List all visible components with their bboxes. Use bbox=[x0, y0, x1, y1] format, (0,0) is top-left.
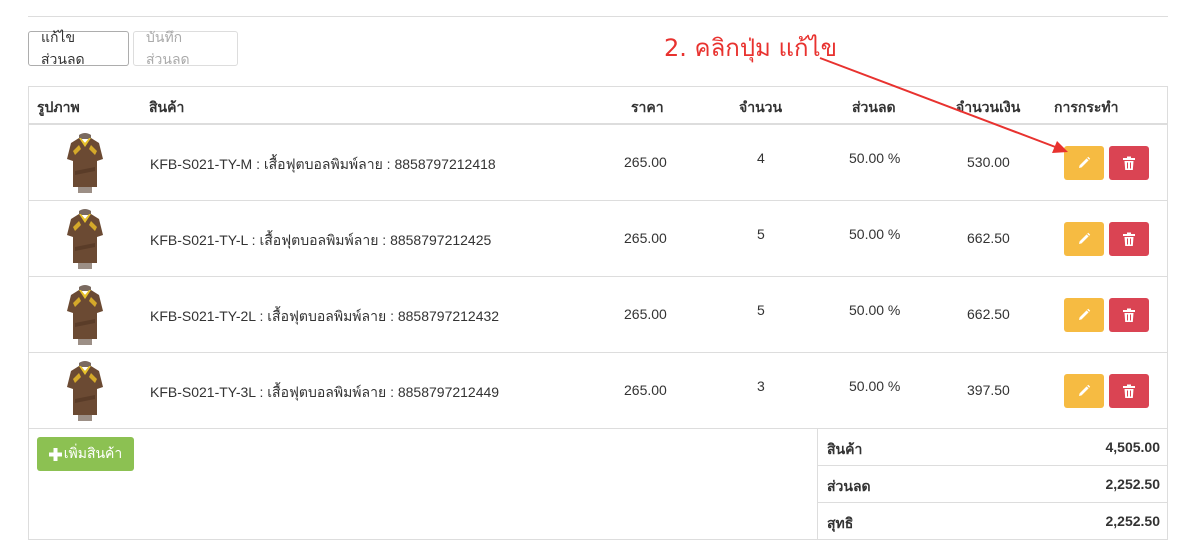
discount: 50.00 % bbox=[849, 150, 901, 166]
amount: 662.50 bbox=[967, 230, 1010, 246]
header-amount: จำนวนเงิน bbox=[956, 99, 1021, 115]
product-name: KFB-S021-TY-2L : เสื้อฟุตบอลพิมพ์ลาย : 8… bbox=[150, 308, 500, 324]
summary-net-value: 2,252.50 bbox=[1105, 513, 1161, 529]
table-header: รูปภาพ สินค้า ราคา จำนวน ส่วนลด จำนวนเงิ… bbox=[29, 87, 1167, 125]
quantity: 5 bbox=[757, 226, 765, 242]
price: 265.00 bbox=[624, 154, 667, 170]
pencil-icon bbox=[1079, 384, 1091, 396]
summary-products-row: สินค้า 4,505.00 bbox=[818, 429, 1168, 466]
edit-button[interactable] bbox=[1064, 146, 1104, 180]
discount-toolbar: แก้ไขส่วนลด บันทึกส่วนลด bbox=[28, 29, 238, 67]
edit-button[interactable] bbox=[1064, 374, 1104, 408]
product-image bbox=[67, 361, 103, 421]
discount: 50.00 % bbox=[849, 378, 901, 394]
edit-button[interactable] bbox=[1064, 298, 1104, 332]
annotation-label: 2. คลิกปุ่ม แก้ไข bbox=[664, 34, 837, 62]
product-name: KFB-S021-TY-M : เสื้อฟุตบอลพิมพ์ลาย : 88… bbox=[150, 156, 496, 172]
product-name: KFB-S021-TY-L : เสื้อฟุตบอลพิมพ์ลาย : 88… bbox=[150, 232, 492, 248]
summary-products-label: สินค้า bbox=[827, 441, 863, 457]
summary-products-value: 4,505.00 bbox=[1105, 439, 1161, 455]
quantity: 5 bbox=[757, 302, 765, 318]
edit-discount-button[interactable]: แก้ไขส่วนลด bbox=[28, 29, 129, 67]
amount: 397.50 bbox=[967, 382, 1010, 398]
trash-icon bbox=[1123, 308, 1135, 322]
amount: 662.50 bbox=[967, 306, 1010, 322]
order-summary: สินค้า 4,505.00 ส่วนลด 2,252.50 สุทธิ 2,… bbox=[817, 429, 1168, 540]
add-product-label: เพิ่มสินค้า bbox=[63, 445, 123, 461]
header-image: รูปภาพ bbox=[37, 99, 80, 115]
pencil-icon bbox=[1079, 308, 1091, 320]
discount: 50.00 % bbox=[849, 302, 901, 318]
price: 265.00 bbox=[624, 306, 667, 322]
quantity: 4 bbox=[757, 150, 765, 166]
pencil-icon bbox=[1079, 156, 1091, 168]
delete-button[interactable] bbox=[1109, 298, 1149, 332]
header-actions: การกระทำ bbox=[1054, 99, 1119, 115]
price: 265.00 bbox=[624, 230, 667, 246]
table-row: KFB-S021-TY-2L : เสื้อฟุตบอลพิมพ์ลาย : 8… bbox=[29, 277, 1167, 353]
delete-button[interactable] bbox=[1109, 222, 1149, 256]
add-product-button[interactable]: เพิ่มสินค้า bbox=[37, 437, 134, 471]
save-discount-button[interactable]: บันทึกส่วนลด bbox=[133, 29, 238, 67]
trash-icon bbox=[1123, 156, 1135, 170]
product-name: KFB-S021-TY-3L : เสื้อฟุตบอลพิมพ์ลาย : 8… bbox=[150, 384, 500, 400]
delete-button[interactable] bbox=[1109, 374, 1149, 408]
summary-discount-label: ส่วนลด bbox=[827, 478, 871, 494]
table-row: KFB-S021-TY-L : เสื้อฟุตบอลพิมพ์ลาย : 88… bbox=[29, 201, 1167, 277]
header-qty: จำนวน bbox=[739, 99, 783, 115]
header-price: ราคา bbox=[631, 99, 664, 115]
product-image bbox=[67, 133, 103, 193]
summary-net-row: สุทธิ 2,252.50 bbox=[818, 503, 1168, 540]
delete-button[interactable] bbox=[1109, 146, 1149, 180]
trash-icon bbox=[1123, 232, 1135, 246]
amount: 530.00 bbox=[967, 154, 1010, 170]
header-product: สินค้า bbox=[149, 99, 185, 115]
trash-icon bbox=[1123, 384, 1135, 398]
summary-net-label: สุทธิ bbox=[827, 515, 854, 531]
cart-table: รูปภาพ สินค้า ราคา จำนวน ส่วนลด จำนวนเงิ… bbox=[28, 86, 1168, 540]
price: 265.00 bbox=[624, 382, 667, 398]
pencil-icon bbox=[1079, 232, 1091, 244]
edit-button[interactable] bbox=[1064, 222, 1104, 256]
plus-icon bbox=[48, 447, 62, 461]
quantity: 3 bbox=[757, 378, 765, 394]
product-image bbox=[67, 209, 103, 269]
header-discount: ส่วนลด bbox=[852, 99, 896, 115]
top-divider bbox=[28, 16, 1168, 17]
summary-discount-value: 2,252.50 bbox=[1105, 476, 1161, 492]
table-row: KFB-S021-TY-3L : เสื้อฟุตบอลพิมพ์ลาย : 8… bbox=[29, 353, 1167, 429]
table-row: KFB-S021-TY-M : เสื้อฟุตบอลพิมพ์ลาย : 88… bbox=[29, 125, 1167, 201]
product-image bbox=[67, 285, 103, 345]
discount: 50.00 % bbox=[849, 226, 901, 242]
summary-discount-row: ส่วนลด 2,252.50 bbox=[818, 466, 1168, 503]
